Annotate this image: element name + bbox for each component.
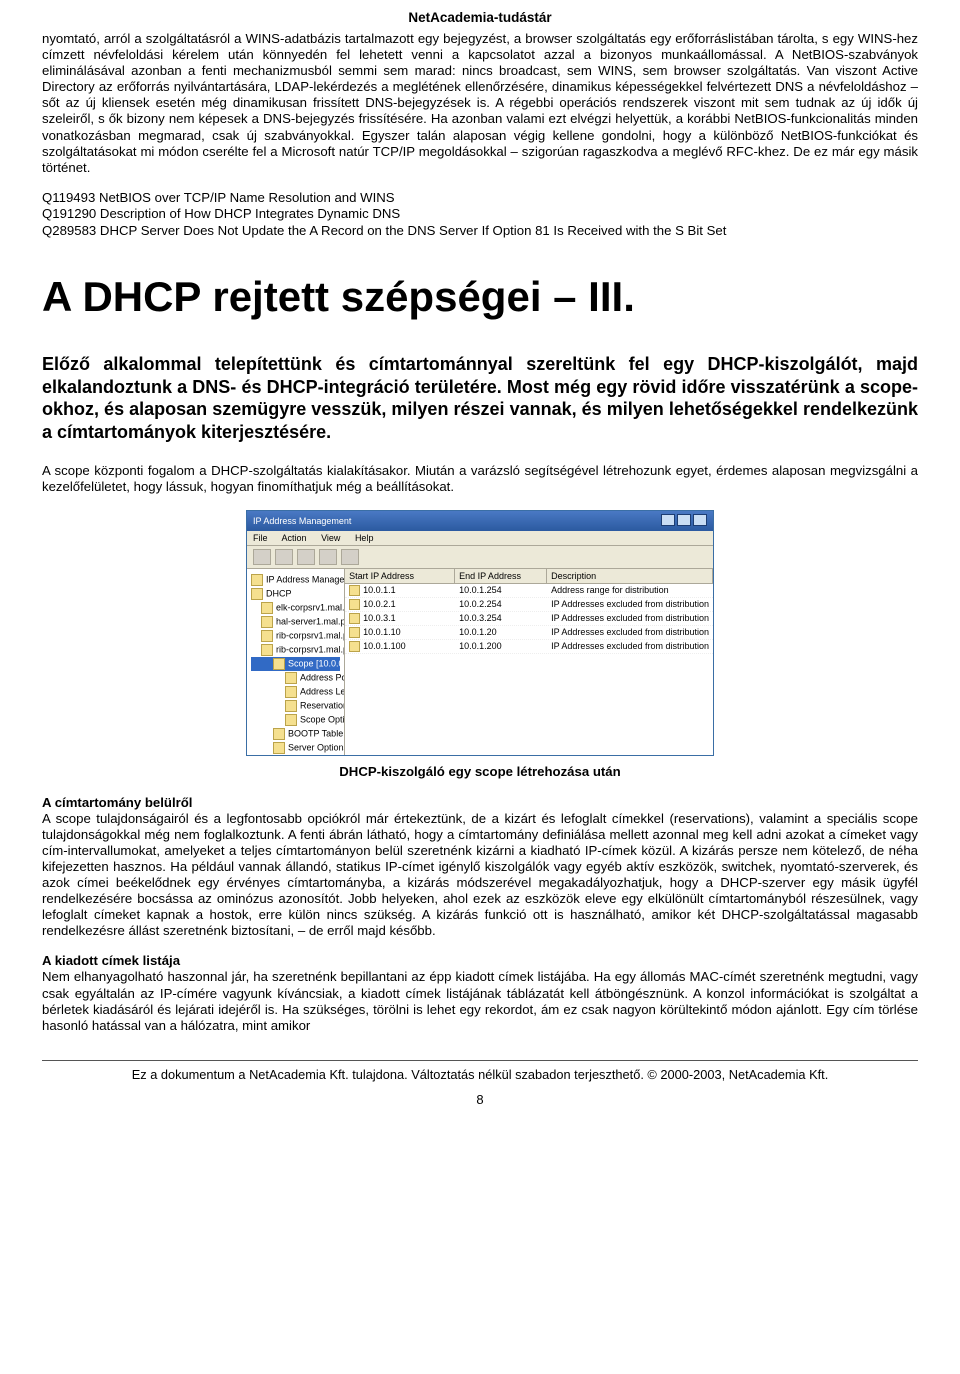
- list-header: Start IP Address End IP Address Descript…: [345, 569, 713, 584]
- toolbar-button-icon[interactable]: [319, 549, 337, 565]
- window-title: IP Address Management: [253, 516, 351, 526]
- scope-paragraph: A scope központi fogalom a DHCP-szolgált…: [42, 463, 918, 495]
- maximize-icon[interactable]: [677, 514, 691, 526]
- list-row[interactable]: 10.0.1.110.0.1.254Address range for dist…: [345, 584, 713, 598]
- tree-item[interactable]: Reservations: [251, 699, 340, 713]
- menu-bar[interactable]: File Action View Help: [247, 531, 713, 546]
- tree-item[interactable]: Address Leases: [251, 685, 340, 699]
- page-footer: Ez a dokumentum a NetAcademia Kft. tulaj…: [42, 1060, 918, 1082]
- menu-item[interactable]: Help: [355, 533, 374, 543]
- col-description[interactable]: Description: [547, 569, 713, 583]
- col-start-ip[interactable]: Start IP Address: [345, 569, 455, 583]
- toolbar[interactable]: [247, 546, 713, 569]
- ref-line: Q191290 Description of How DHCP Integrat…: [42, 206, 918, 223]
- tree-item[interactable]: elk-corpsrv1.mal.priv [10.0.0.24]: [251, 601, 340, 615]
- tree-item[interactable]: hal-server1.mal.priv [10.0.0.7]: [251, 615, 340, 629]
- tree-pane[interactable]: IP Address ManagementDHCPelk-corpsrv1.ma…: [247, 569, 345, 755]
- section-2-heading: A kiadott címek listája: [42, 953, 180, 968]
- tree-item[interactable]: IP Address Management: [251, 573, 340, 587]
- menu-item[interactable]: Action: [282, 533, 307, 543]
- toolbar-button-icon[interactable]: [341, 549, 359, 565]
- section-1-heading: A címtartomány belülről: [42, 795, 192, 810]
- section-2: A kiadott címek listája Nem elhanyagolha…: [42, 953, 918, 1033]
- menu-item[interactable]: View: [321, 533, 340, 543]
- minimize-icon[interactable]: [661, 514, 675, 526]
- figure-caption: DHCP-kiszolgáló egy scope létrehozása ut…: [42, 764, 918, 779]
- tree-item[interactable]: Scope [10.0.0.0] MAL-vezetés: [251, 657, 340, 671]
- toolbar-button-icon[interactable]: [297, 549, 315, 565]
- kb-references: Q119493 NetBIOS over TCP/IP Name Resolut…: [42, 190, 918, 240]
- article-title: A DHCP rejtett szépségei – III.: [42, 273, 918, 321]
- list-pane[interactable]: Start IP Address End IP Address Descript…: [345, 569, 713, 755]
- list-row[interactable]: 10.0.2.110.0.2.254IP Addresses excluded …: [345, 598, 713, 612]
- list-row[interactable]: 10.0.1.10010.0.1.200IP Addresses exclude…: [345, 640, 713, 654]
- col-end-ip[interactable]: End IP Address: [455, 569, 547, 583]
- tree-item[interactable]: rib-corpsrv1.mal.priv [10.0.0.24]: [251, 643, 340, 657]
- section-1-body: A scope tulajdonságairól és a legfontosa…: [42, 811, 918, 939]
- tree-item[interactable]: DHCP: [251, 587, 340, 601]
- toolbar-button-icon[interactable]: [275, 549, 293, 565]
- section-1: A címtartomány belülről A scope tulajdon…: [42, 795, 918, 940]
- window-buttons[interactable]: [659, 514, 707, 528]
- tree-item[interactable]: rib-corpsrv1.mal.priv [10.0.0.1]: [251, 629, 340, 643]
- dhcp-console-screenshot: IP Address Management File Action View H…: [246, 510, 714, 756]
- list-row[interactable]: 10.0.3.110.0.3.254IP Addresses excluded …: [345, 612, 713, 626]
- lead-paragraph: Előző alkalommal telepítettünk és címtar…: [42, 353, 918, 443]
- page-header: NetAcademia-tudástár: [42, 0, 918, 31]
- list-row[interactable]: 10.0.1.1010.0.1.20IP Addresses excluded …: [345, 626, 713, 640]
- toolbar-button-icon[interactable]: [253, 549, 271, 565]
- close-icon[interactable]: [693, 514, 707, 526]
- tree-item[interactable]: Address Pool: [251, 671, 340, 685]
- page-number: 8: [42, 1092, 918, 1107]
- section-2-body: Nem elhanyagolható haszonnal jár, ha sze…: [42, 969, 918, 1032]
- window-titlebar: IP Address Management: [247, 511, 713, 531]
- tree-item[interactable]: Scope Options: [251, 713, 340, 727]
- tree-item[interactable]: Server Options: [251, 741, 340, 755]
- ref-line: Q119493 NetBIOS over TCP/IP Name Resolut…: [42, 190, 918, 207]
- ref-line: Q289583 DHCP Server Does Not Update the …: [42, 223, 918, 240]
- tree-item[interactable]: BOOTP Table: [251, 727, 340, 741]
- menu-item[interactable]: File: [253, 533, 268, 543]
- intro-paragraph: nyomtató, arról a szolgáltatásról a WINS…: [42, 31, 918, 176]
